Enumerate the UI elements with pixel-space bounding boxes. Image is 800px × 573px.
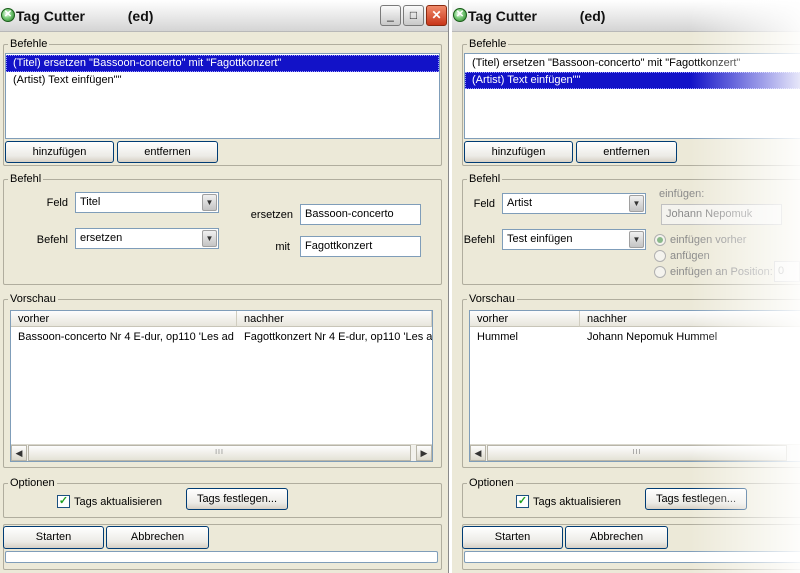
start-button[interactable]: Starten	[462, 526, 563, 549]
title-bar[interactable]: ✕ Tag Cutter (ed) _ □ ✕	[0, 0, 448, 32]
options-legend: Optionen	[467, 476, 516, 490]
command-item-1[interactable]: (Titel) ersetzen "Bassoon-concerto" mit …	[465, 55, 800, 72]
close-icon[interactable]: ✕	[426, 5, 447, 26]
command-item-2[interactable]: (Artist) Text einfügen""	[465, 72, 800, 89]
progress-bar	[464, 551, 800, 563]
append-label: anfügen	[670, 250, 710, 262]
minimize-icon[interactable]: _	[380, 5, 401, 26]
preview-table[interactable]: vorher nachher Hummel Johann Nepomuk Hum…	[469, 310, 800, 462]
maximize-icon[interactable]: □	[403, 5, 424, 26]
horizontal-scrollbar[interactable]: ◀ III ▶	[11, 444, 432, 461]
preview-legend: Vorschau	[467, 292, 517, 306]
col-after-header[interactable]: nachher	[237, 311, 432, 327]
options-legend: Optionen	[8, 476, 57, 490]
field-select-value: Artist	[507, 197, 533, 209]
add-button[interactable]: hinzufügen	[464, 141, 573, 163]
tag-cutter-window-1: ✕ Tag Cutter (ed) _ □ ✕ Befehle (Titel) …	[0, 0, 449, 573]
scroll-left-icon[interactable]: ◀	[11, 445, 27, 461]
insert-before-radio[interactable]	[654, 234, 666, 246]
app-icon: ✕	[453, 8, 467, 22]
set-tags-button[interactable]: Tags festlegen...	[186, 488, 288, 510]
command-select-value: ersetzen	[80, 232, 123, 244]
update-tags-checkbox[interactable]: ✓	[516, 495, 529, 508]
command-legend: Befehl	[8, 172, 44, 186]
append-radio[interactable]	[654, 250, 666, 262]
command-legend: Befehl	[467, 172, 503, 186]
horizontal-scrollbar[interactable]: ◀ III	[470, 444, 800, 461]
insert-label: einfügen:	[659, 188, 705, 200]
command-label: Befehl	[463, 234, 495, 246]
remove-button[interactable]: entfernen	[576, 141, 677, 163]
replace-label: ersetzen	[250, 209, 293, 221]
field-select-value: Titel	[80, 196, 101, 208]
field-select[interactable]: Titel ▼	[75, 192, 219, 213]
col-before-header[interactable]: vorher	[470, 311, 580, 327]
commands-legend: Befehle	[467, 37, 509, 51]
tag-cutter-window-2: ✕ Tag Cutter (ed) Befehle (Titel) ersetz…	[452, 0, 800, 573]
chevron-down-icon[interactable]: ▼	[629, 195, 644, 212]
replace-input[interactable]: Bassoon-concerto	[300, 204, 421, 225]
field-label: Feld	[473, 198, 495, 210]
field-label: Feld	[46, 197, 68, 209]
cancel-button[interactable]: Abbrechen	[565, 526, 668, 549]
start-button[interactable]: Starten	[3, 526, 104, 549]
preview-legend: Vorschau	[8, 292, 58, 306]
col-before-header[interactable]: vorher	[11, 311, 237, 327]
with-label: mit	[275, 241, 290, 253]
app-icon: ✕	[1, 8, 15, 22]
preview-before-cell: Bassoon-concerto Nr 4 E-dur, op110 'Les …	[18, 331, 234, 343]
command-item-2[interactable]: (Artist) Text einfügen""	[6, 72, 439, 89]
progress-bar	[5, 551, 438, 563]
scroll-thumb[interactable]: III	[28, 445, 411, 461]
scroll-thumb[interactable]: III	[487, 445, 787, 461]
command-group: Befehl	[3, 172, 442, 285]
preview-after-cell: Fagottkonzert Nr 4 E-dur, op110 'Les adi…	[244, 331, 432, 343]
command-select-value: Test einfügen	[507, 233, 573, 245]
update-tags-checkbox[interactable]: ✓	[57, 495, 70, 508]
commands-list[interactable]: (Titel) ersetzen "Bassoon-concerto" mit …	[5, 53, 440, 139]
commands-list[interactable]: (Titel) ersetzen "Bassoon-concerto" mit …	[464, 53, 800, 139]
preview-table[interactable]: vorher nachher Bassoon-concerto Nr 4 E-d…	[10, 310, 433, 462]
command-item-1[interactable]: (Titel) ersetzen "Bassoon-concerto" mit …	[6, 55, 439, 72]
scroll-right-icon[interactable]: ▶	[416, 445, 432, 461]
window-title: Tag Cutter (ed)	[16, 8, 154, 24]
command-select[interactable]: Test einfügen ▼	[502, 229, 646, 250]
update-tags-label: Tags aktualisieren	[74, 496, 163, 508]
radio-selected-dot	[657, 237, 663, 243]
set-tags-button[interactable]: Tags festlegen...	[645, 488, 747, 510]
remove-button[interactable]: entfernen	[117, 141, 218, 163]
preview-after-cell: Johann Nepomuk Hummel	[587, 331, 718, 343]
window-title: Tag Cutter (ed)	[468, 8, 606, 24]
title-bar[interactable]: ✕ Tag Cutter (ed)	[452, 0, 800, 32]
insert-at-position-radio[interactable]	[654, 266, 666, 278]
update-tags-label: Tags aktualisieren	[533, 496, 622, 508]
insert-at-position-label: einfügen an Position:	[670, 266, 773, 278]
position-input[interactable]: 0	[774, 261, 800, 282]
chevron-down-icon[interactable]: ▼	[202, 194, 217, 211]
col-after-header[interactable]: nachher	[580, 311, 800, 327]
cancel-button[interactable]: Abbrechen	[106, 526, 209, 549]
field-select[interactable]: Artist ▼	[502, 193, 646, 214]
command-select[interactable]: ersetzen ▼	[75, 228, 219, 249]
insert-input[interactable]: Johann Nepomuk	[661, 204, 782, 225]
commands-legend: Befehle	[8, 37, 50, 51]
command-label: Befehl	[36, 234, 68, 246]
chevron-down-icon[interactable]: ▼	[202, 230, 217, 247]
with-input[interactable]: Fagottkonzert	[300, 236, 421, 257]
preview-before-cell: Hummel	[477, 331, 518, 343]
scroll-left-icon[interactable]: ◀	[470, 445, 486, 461]
chevron-down-icon[interactable]: ▼	[629, 231, 644, 248]
options-group: Optionen	[462, 476, 800, 518]
add-button[interactable]: hinzufügen	[5, 141, 114, 163]
insert-before-label: einfügen vorher	[670, 234, 747, 246]
